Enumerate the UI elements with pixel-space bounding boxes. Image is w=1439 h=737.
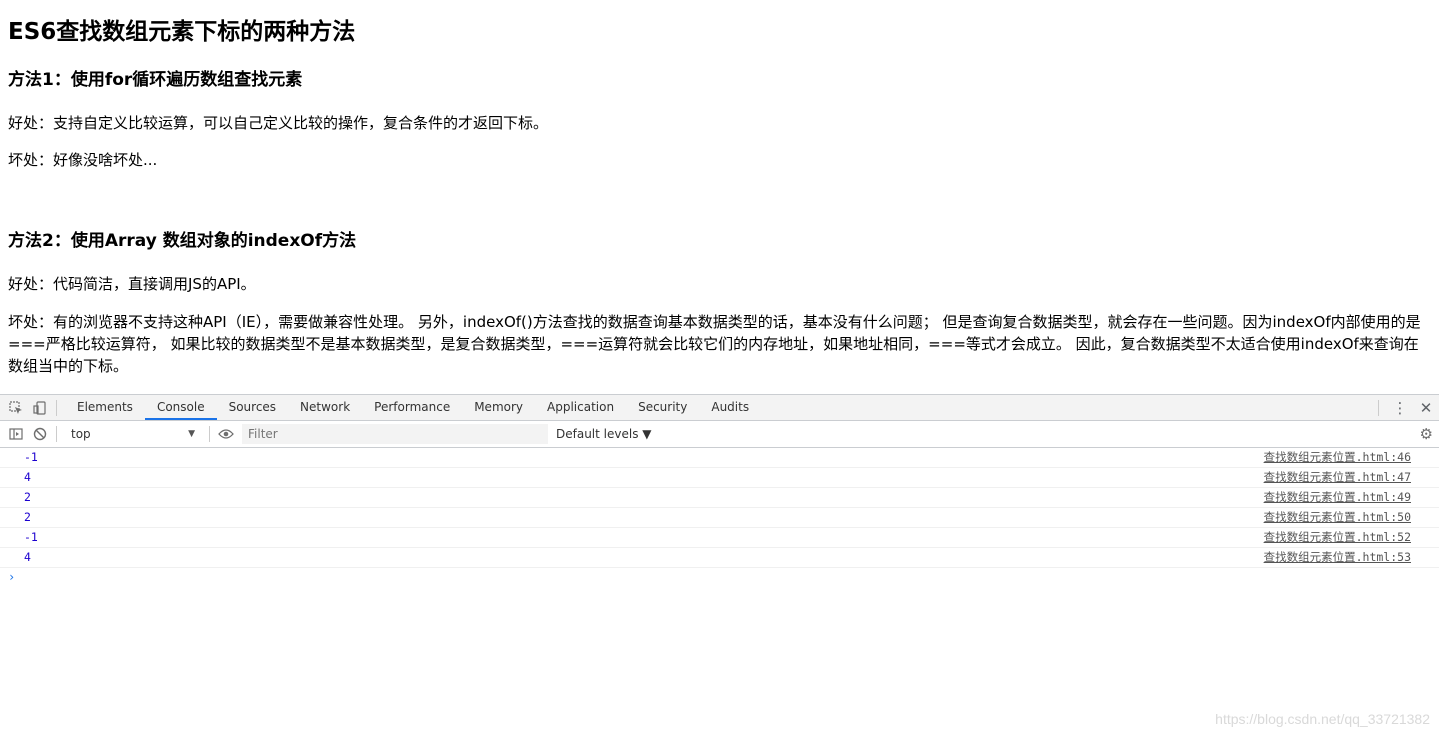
- divider: [56, 399, 57, 416]
- close-icon[interactable]: ✕: [1413, 399, 1439, 417]
- console-log-row: 4 查找数组元素位置.html:53: [0, 548, 1439, 568]
- log-source-link[interactable]: 查找数组元素位置.html:47: [1264, 468, 1411, 487]
- chevron-down-icon: ▼: [188, 429, 195, 439]
- log-source-link[interactable]: 查找数组元素位置.html:49: [1264, 488, 1411, 507]
- log-value: -1: [24, 530, 38, 544]
- divider: [209, 426, 210, 442]
- tab-console[interactable]: Console: [144, 395, 217, 420]
- tab-security[interactable]: Security: [626, 395, 699, 420]
- method1-cons: 坏处：好像没啥坏处...: [8, 151, 158, 169]
- log-value: 4: [24, 470, 31, 484]
- log-source-link[interactable]: 查找数组元素位置.html:53: [1264, 548, 1411, 567]
- devtools-tab-bar: Elements Console Sources Network Perform…: [0, 395, 1439, 421]
- divider: [1378, 399, 1379, 416]
- inspect-element-icon[interactable]: [8, 400, 24, 416]
- prompt-chevron-icon: ›: [8, 570, 16, 584]
- tab-memory[interactable]: Memory: [462, 395, 535, 420]
- log-value: 2: [24, 490, 31, 504]
- console-output: -1 查找数组元素位置.html:46 4 查找数组元素位置.html:47 2…: [0, 448, 1439, 587]
- watermark-text: https://blog.csdn.net/qq_33721382: [1215, 711, 1430, 727]
- tab-application[interactable]: Application: [535, 395, 626, 420]
- console-log-row: -1 查找数组元素位置.html:52: [0, 528, 1439, 548]
- device-toolbar-icon[interactable]: [32, 400, 48, 416]
- method1-pros: 好处：支持自定义比较运算，可以自己定义比较的操作，复合条件的才返回下标。: [8, 114, 549, 132]
- tab-sources[interactable]: Sources: [217, 395, 288, 420]
- context-value: top: [71, 427, 91, 441]
- console-sidebar-icon[interactable]: [8, 426, 24, 442]
- tab-audits[interactable]: Audits: [699, 395, 761, 420]
- method1-heading: 方法1：使用for循环遍历数组查找元素: [8, 70, 303, 90]
- log-source-link[interactable]: 查找数组元素位置.html:50: [1264, 508, 1411, 527]
- method2-pros: 好处：代码简洁，直接调用JS的API。: [8, 275, 256, 293]
- method2-cons: 坏处：有的浏览器不支持这种API（IE），需要做兼容性处理。 另外，indexO…: [8, 313, 1421, 375]
- log-source-link[interactable]: 查找数组元素位置.html:52: [1264, 528, 1411, 547]
- live-expression-icon[interactable]: [218, 426, 234, 442]
- log-levels-dropdown[interactable]: Default levels ▼: [556, 427, 652, 441]
- more-vertical-icon[interactable]: ⋮: [1387, 399, 1413, 417]
- console-prompt[interactable]: ›: [0, 568, 1439, 587]
- devtools-panel: Elements Console Sources Network Perform…: [0, 394, 1439, 737]
- page-content: ES6查找数组元素下标的两种方法 方法1：使用for循环遍历数组查找元素 好处：…: [8, 0, 1431, 375]
- devtools-window-controls: ⋮ ✕: [1370, 395, 1439, 420]
- console-filter-input[interactable]: [242, 424, 548, 444]
- log-source-link[interactable]: 查找数组元素位置.html:46: [1264, 448, 1411, 467]
- console-log-row: -1 查找数组元素位置.html:46: [0, 448, 1439, 468]
- tab-elements[interactable]: Elements: [65, 395, 145, 420]
- gear-icon[interactable]: ⚙: [1420, 425, 1433, 443]
- log-value: 2: [24, 510, 31, 524]
- tab-network[interactable]: Network: [288, 395, 362, 420]
- divider: [56, 426, 57, 442]
- console-log-row: 2 查找数组元素位置.html:50: [0, 508, 1439, 528]
- log-value: -1: [24, 450, 38, 464]
- tab-performance[interactable]: Performance: [362, 395, 462, 420]
- log-value: 4: [24, 550, 31, 564]
- method2-heading: 方法2：使用Array 数组对象的indexOf方法: [8, 231, 357, 251]
- context-selector[interactable]: top ▼: [65, 427, 201, 441]
- console-toolbar: top ▼ Default levels ▼ ⚙: [0, 421, 1439, 448]
- console-log-row: 4 查找数组元素位置.html:47: [0, 468, 1439, 488]
- console-log-row: 2 查找数组元素位置.html:49: [0, 488, 1439, 508]
- clear-console-icon[interactable]: [32, 426, 48, 442]
- page-title: ES6查找数组元素下标的两种方法: [8, 19, 356, 45]
